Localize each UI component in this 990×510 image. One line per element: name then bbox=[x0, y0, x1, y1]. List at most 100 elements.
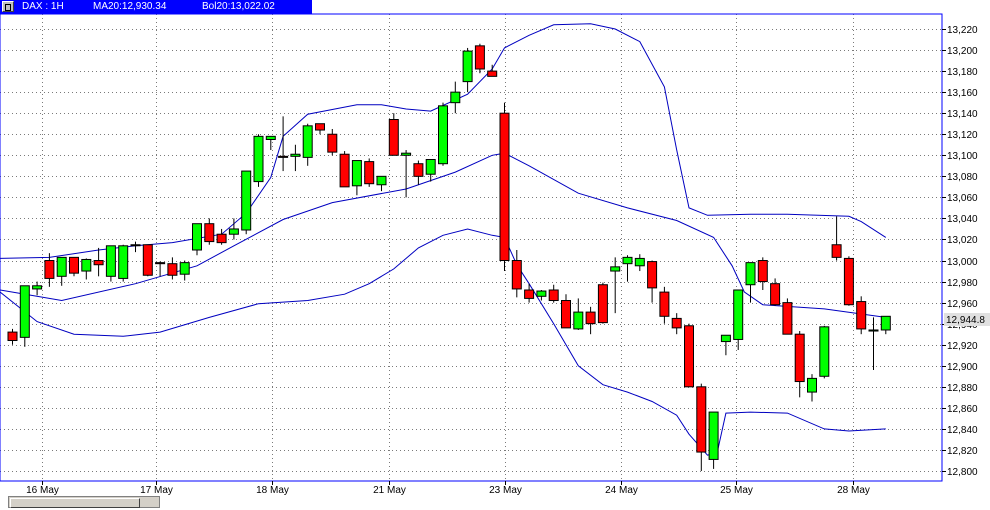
candle-body-down bbox=[487, 70, 498, 77]
candle-body-up bbox=[720, 334, 731, 343]
candle bbox=[265, 135, 276, 151]
candle-body-down bbox=[327, 133, 338, 153]
candle-body-down bbox=[44, 260, 55, 279]
candle-body-up bbox=[708, 411, 719, 460]
candle bbox=[856, 296, 867, 335]
candle-body-down bbox=[770, 283, 781, 306]
candle bbox=[745, 262, 756, 303]
candle-body-down bbox=[856, 301, 867, 330]
candle-body-up bbox=[634, 257, 645, 267]
candle-body-up bbox=[228, 228, 239, 235]
candle-body-up bbox=[880, 315, 891, 331]
candle-body-down bbox=[204, 223, 215, 243]
candle-body-up bbox=[241, 170, 252, 231]
candle-body-down bbox=[794, 333, 805, 383]
y-tick-label: 13,000 bbox=[947, 257, 978, 268]
candle-body-up bbox=[265, 135, 276, 140]
candle bbox=[253, 134, 264, 187]
candle bbox=[880, 315, 891, 335]
y-axis: 12,800 12,820 12,840 12,860 12,880 12,900 12,9… bbox=[942, 25, 978, 478]
candle bbox=[130, 241, 141, 253]
price-chart[interactable]: 12,800 12,820 12,840 12,860 12,880 12,900 12,9… bbox=[0, 0, 990, 510]
y-tick-label: 13,200 bbox=[947, 46, 978, 57]
candle bbox=[647, 260, 658, 303]
y-tick-label: 12,980 bbox=[947, 278, 978, 289]
candle-body-up bbox=[401, 152, 412, 156]
candle bbox=[56, 256, 67, 286]
candle-body-down bbox=[585, 311, 596, 325]
candle bbox=[462, 47, 473, 93]
candle-body-up bbox=[819, 326, 830, 377]
candle-body-up bbox=[105, 245, 116, 277]
candle bbox=[757, 257, 768, 290]
candle bbox=[524, 283, 535, 303]
y-tick-label: 12,840 bbox=[947, 425, 978, 436]
candle bbox=[327, 128, 338, 156]
candle bbox=[7, 328, 18, 345]
candle-body-down bbox=[142, 244, 153, 276]
candle bbox=[585, 306, 596, 335]
x-tick-label: 24 May bbox=[605, 485, 638, 496]
y-tick-label: 13,080 bbox=[947, 172, 978, 183]
candle bbox=[634, 254, 645, 272]
candle bbox=[413, 160, 424, 185]
y-tick-label: 13,220 bbox=[947, 25, 978, 36]
candle bbox=[19, 285, 30, 347]
candle bbox=[241, 170, 252, 235]
y-tick-label: 12,960 bbox=[947, 299, 978, 310]
candle-body-up bbox=[290, 153, 301, 157]
candle-body-down bbox=[474, 45, 485, 70]
candle bbox=[44, 253, 55, 287]
scroll-thumb[interactable] bbox=[10, 498, 140, 508]
x-tick-label: 18 May bbox=[256, 485, 289, 496]
candle bbox=[388, 113, 399, 156]
candle-body-down bbox=[167, 263, 178, 276]
candle-body-down bbox=[561, 300, 571, 329]
candle bbox=[819, 325, 830, 379]
candle bbox=[81, 258, 92, 280]
candle bbox=[167, 257, 178, 280]
x-tick-label: 21 May bbox=[373, 485, 406, 496]
candle bbox=[339, 151, 350, 188]
candle-body-up bbox=[376, 175, 387, 186]
horizontal-scrollbar[interactable] bbox=[8, 496, 160, 508]
candle-body-up bbox=[130, 244, 141, 247]
x-tick-label: 28 May bbox=[837, 485, 870, 496]
candle bbox=[487, 64, 498, 77]
candle-body-up bbox=[351, 160, 362, 187]
last-price-marker: 12,944.8 bbox=[944, 313, 990, 326]
candle-body-down bbox=[757, 260, 768, 283]
candle-body-up bbox=[733, 289, 744, 340]
candle-body-up bbox=[438, 105, 448, 165]
candle bbox=[290, 144, 301, 172]
candle bbox=[105, 245, 116, 282]
y-tick-label: 13,120 bbox=[947, 130, 978, 141]
candle-body-down bbox=[93, 260, 104, 266]
candle bbox=[573, 298, 584, 330]
candle bbox=[770, 278, 781, 306]
candle bbox=[401, 150, 412, 198]
y-tick-label: 12,820 bbox=[947, 446, 978, 457]
candle-body-down bbox=[548, 289, 559, 302]
candle bbox=[831, 216, 842, 261]
candle-body-down bbox=[278, 155, 289, 158]
candle-body-down bbox=[388, 119, 399, 156]
y-tick-label: 13,140 bbox=[947, 109, 978, 120]
candle-body-down bbox=[684, 325, 694, 388]
candle-body-down bbox=[671, 317, 682, 329]
candle bbox=[733, 289, 744, 350]
y-tick-label: 13,180 bbox=[947, 67, 978, 78]
candle-body-up bbox=[622, 256, 633, 265]
candle-body-down bbox=[413, 163, 424, 177]
y-tick-label: 13,100 bbox=[947, 151, 978, 162]
y-tick-label: 13,160 bbox=[947, 88, 978, 99]
x-tick-label: 16 May bbox=[26, 485, 59, 496]
y-tick-label: 12,920 bbox=[947, 341, 978, 352]
candle bbox=[376, 175, 387, 192]
candle bbox=[807, 374, 817, 402]
candle-body-down bbox=[696, 386, 707, 453]
candle bbox=[204, 218, 215, 245]
candle-body-up bbox=[868, 329, 879, 332]
candle bbox=[438, 102, 448, 166]
candle-body-up bbox=[573, 311, 584, 330]
